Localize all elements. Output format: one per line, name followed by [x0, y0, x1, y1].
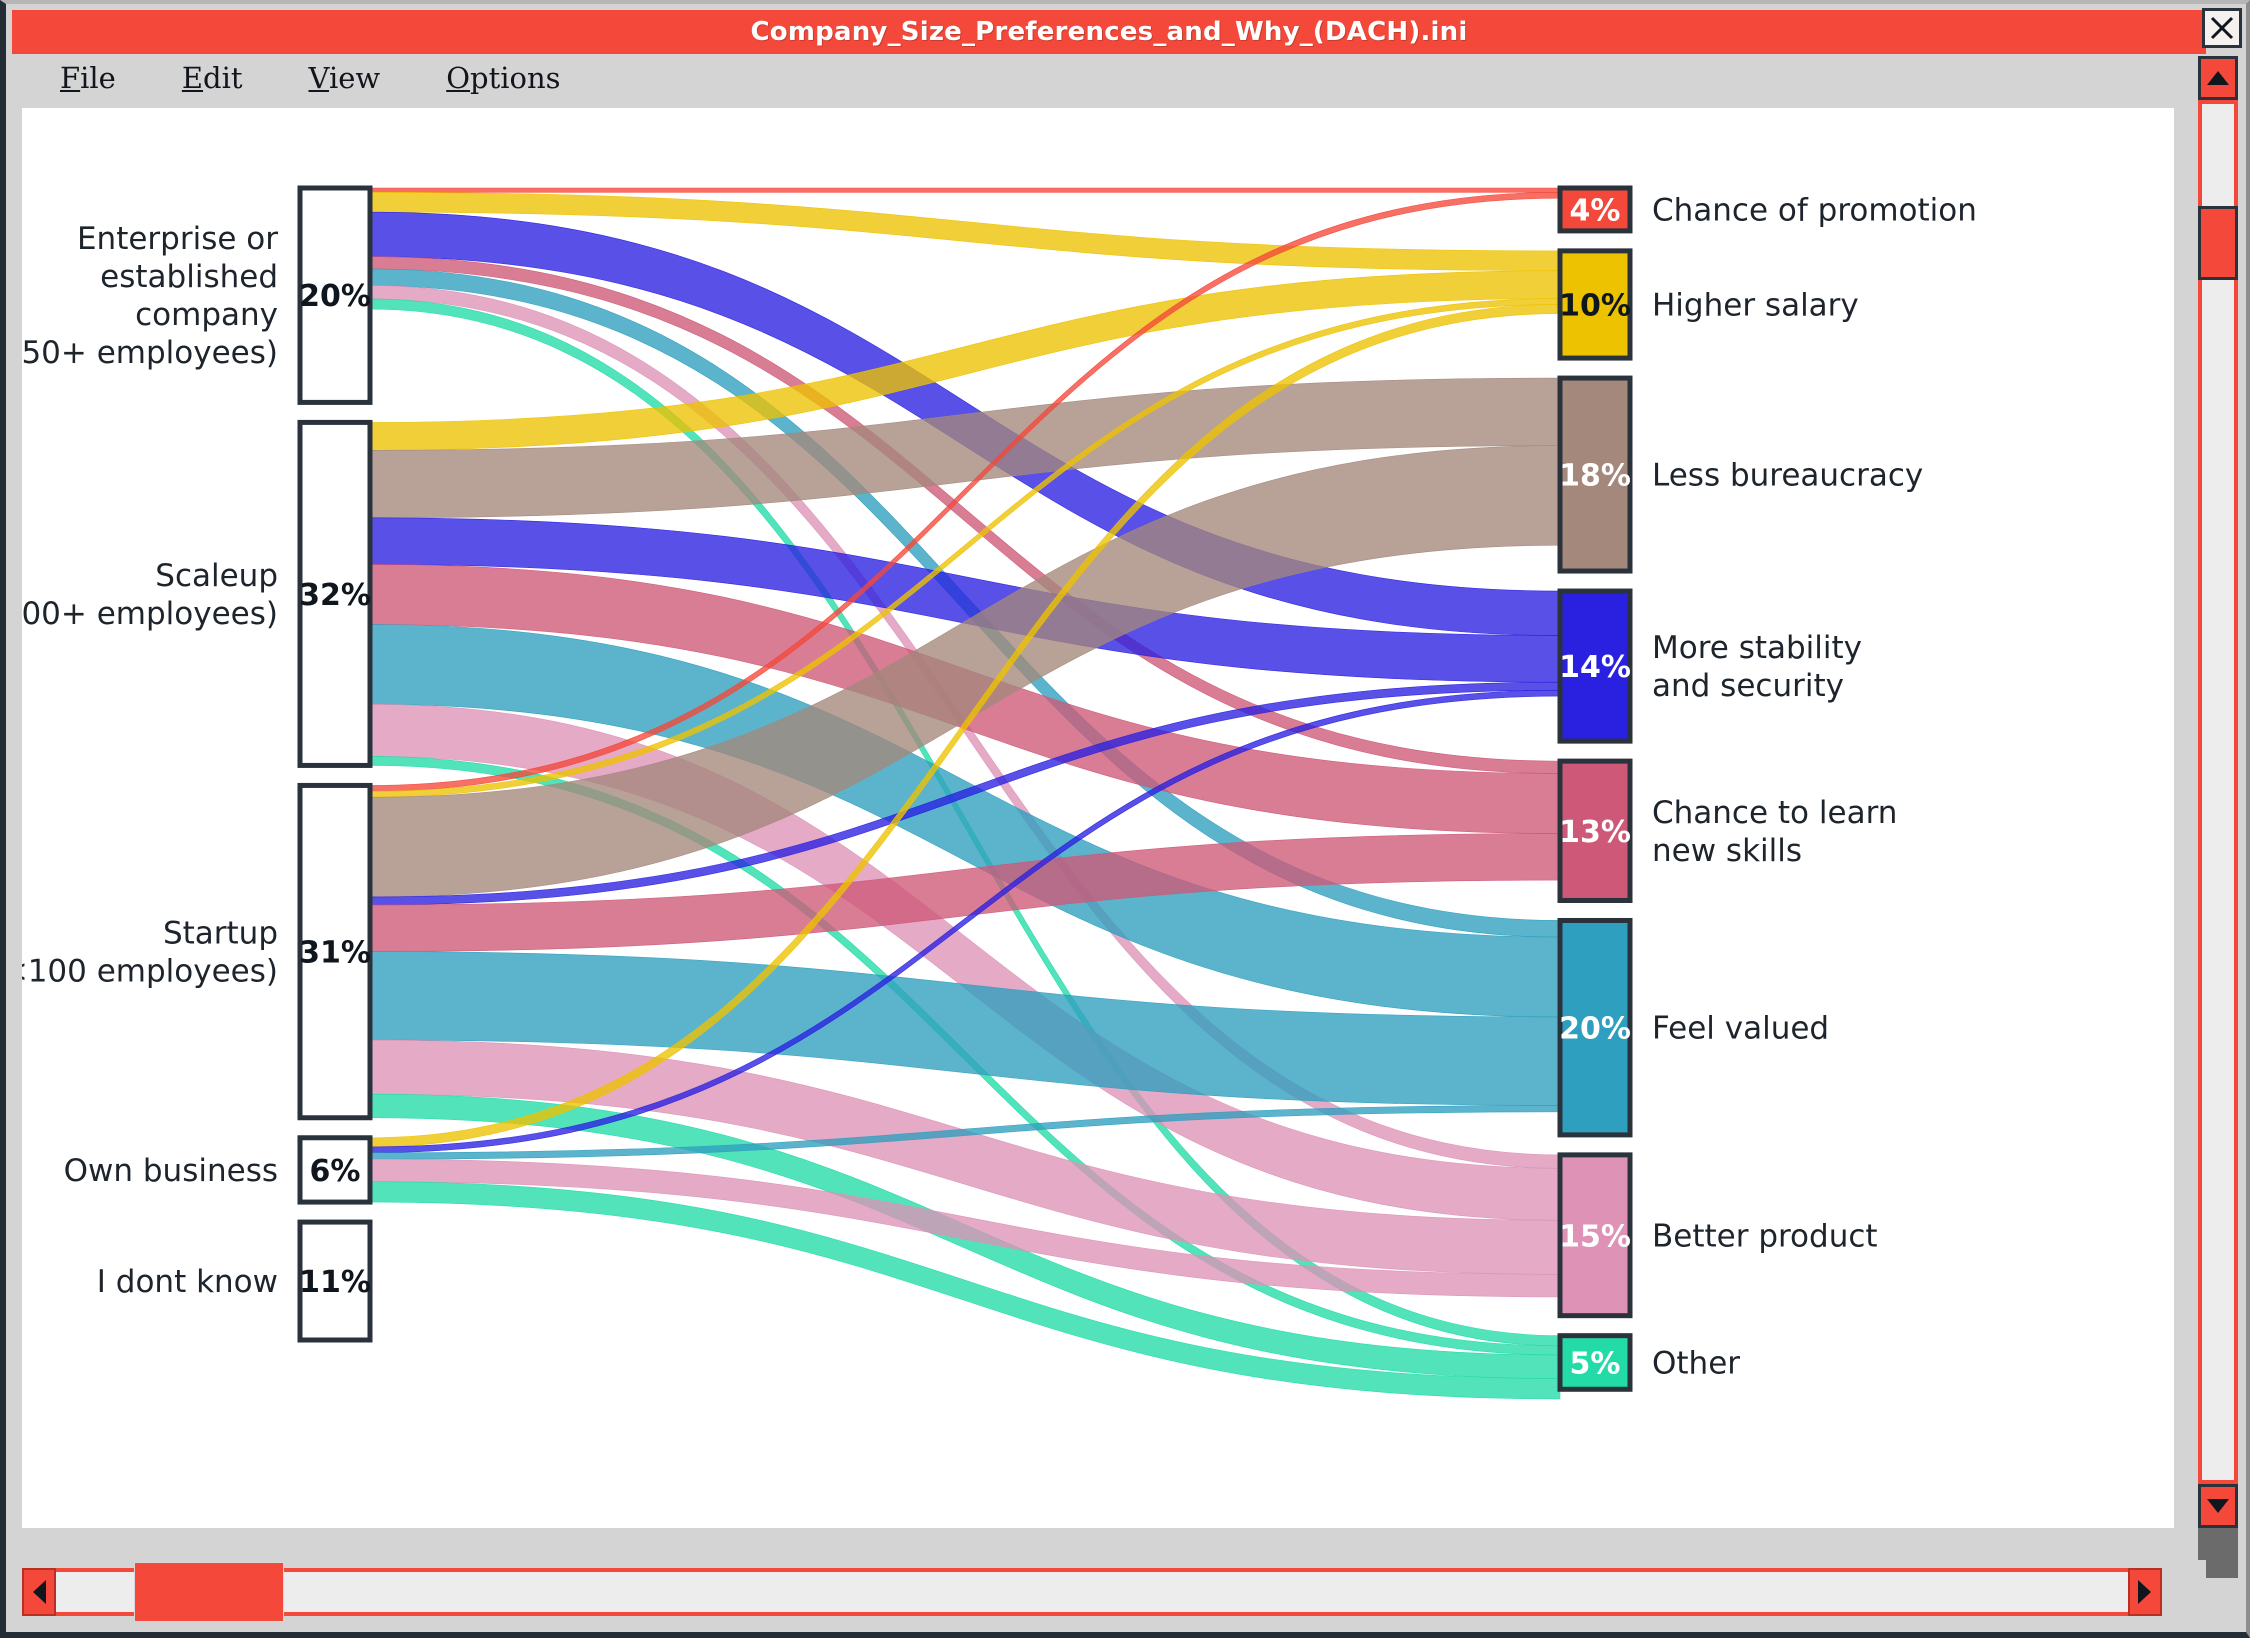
target-node-label: Chance to learn	[1652, 795, 1897, 831]
sankey-target-node[interactable]: 13% Chance to learnnew skills	[1557, 758, 1897, 903]
sankey-diagram: 20% Enterprise orestablishedcompany(250+ …	[22, 185, 1977, 1400]
source-node-value: 6%	[310, 1154, 361, 1189]
target-node-value: 13%	[1559, 815, 1631, 850]
vertical-scroll-track[interactable]	[2198, 100, 2238, 1484]
close-icon	[2210, 16, 2234, 40]
target-node-value: 20%	[1559, 1012, 1631, 1047]
target-node-label: and security	[1652, 668, 1844, 704]
menu-item-file[interactable]: File	[60, 61, 116, 95]
target-node-label: Higher salary	[1652, 287, 1859, 323]
triangle-right-icon	[2138, 1580, 2151, 1604]
sankey-target-node[interactable]: 5% Other	[1557, 1333, 1740, 1392]
source-node-label: company	[135, 297, 278, 333]
sankey-target-node[interactable]: 10% Higher salary	[1557, 248, 1859, 361]
source-node-value: 20%	[299, 279, 371, 314]
sankey-target-node[interactable]: 14% More stabilityand security	[1557, 588, 1862, 744]
sankey-target-node[interactable]: 4% Chance of promotion	[1557, 185, 1977, 234]
source-node-label: (250+ employees)	[22, 335, 278, 371]
target-node-label: Other	[1652, 1345, 1740, 1381]
menu-mnemonic: F	[60, 61, 81, 95]
target-node-label: Feel valued	[1652, 1011, 1829, 1047]
source-node-label: Enterprise or	[77, 221, 278, 257]
title-bar: Company_Size_Preferences_and_Why_(DACH).…	[12, 10, 2206, 54]
scroll-left-button[interactable]	[22, 1568, 56, 1616]
target-node-value: 4%	[1570, 193, 1621, 228]
sankey-link	[369, 187, 1561, 193]
menu-item-options[interactable]: Options	[446, 61, 560, 95]
sankey-source-node[interactable]: 11% I dont know	[97, 1219, 373, 1343]
target-node-label: Less bureaucracy	[1652, 458, 1923, 494]
menu-item-view[interactable]: View	[309, 61, 381, 95]
vertical-scroll-thumb[interactable]	[2198, 206, 2238, 280]
triangle-left-icon	[33, 1580, 46, 1604]
target-node-label: More stability	[1652, 630, 1862, 666]
target-node-value: 18%	[1559, 459, 1631, 494]
source-node-label: Startup	[163, 916, 278, 952]
source-node-label: established	[100, 259, 278, 295]
chart-canvas: 20% Enterprise orestablishedcompany(250+ …	[22, 108, 2174, 1528]
source-node-value: 31%	[299, 936, 371, 971]
horizontal-scroll-track[interactable]	[22, 1568, 2162, 1616]
triangle-up-icon	[2207, 71, 2229, 85]
horizontal-scrollbar[interactable]	[12, 1560, 2206, 1626]
scroll-up-button[interactable]	[2198, 56, 2238, 100]
target-node-label: Better product	[1652, 1218, 1878, 1254]
target-node-value: 14%	[1559, 650, 1631, 685]
menu-bar: File Edit View Options	[12, 54, 2206, 102]
menu-rest: dit	[203, 61, 243, 95]
menu-mnemonic: E	[181, 61, 204, 95]
sankey-target-node[interactable]: 18% Less bureaucracy	[1557, 375, 1923, 574]
menu-rest: iew	[328, 61, 381, 95]
target-node-value: 5%	[1570, 1346, 1621, 1381]
menu-rest: ile	[80, 61, 116, 95]
source-node-label: I dont know	[97, 1264, 278, 1300]
sankey-target-node[interactable]: 15% Better product	[1557, 1152, 1878, 1319]
source-node-label: Scaleup	[155, 558, 278, 594]
sankey-source-node[interactable]: 31% Startup(<100 employees)	[22, 782, 373, 1121]
application-window: Company_Size_Preferences_and_Why_(DACH).…	[0, 0, 2250, 1638]
target-node-value: 15%	[1559, 1219, 1631, 1254]
menu-rest: ptions	[470, 61, 561, 95]
menu-mnemonic: V	[308, 61, 329, 95]
menu-mnemonic: O	[446, 61, 470, 95]
sankey-source-node[interactable]: 32% Scaleup(100+ employees)	[22, 419, 373, 768]
scroll-right-button[interactable]	[2128, 1568, 2162, 1616]
source-node-value: 32%	[299, 578, 371, 613]
sankey-source-node[interactable]: 6% Own business	[64, 1135, 373, 1205]
sankey-target-node[interactable]: 20% Feel valued	[1557, 917, 1829, 1138]
source-node-label: (<100 employees)	[22, 954, 278, 990]
sankey-source-node[interactable]: 20% Enterprise orestablishedcompany(250+ …	[22, 185, 373, 405]
target-node-label: Chance of promotion	[1652, 192, 1977, 228]
close-button[interactable]	[2202, 8, 2242, 48]
target-node-label: new skills	[1652, 833, 1802, 869]
horizontal-scroll-thumb[interactable]	[134, 1562, 284, 1622]
scroll-down-button[interactable]	[2198, 1484, 2238, 1528]
target-node-value: 10%	[1559, 288, 1631, 323]
vertical-scrollbar[interactable]	[2196, 56, 2240, 1578]
menu-item-edit[interactable]: Edit	[182, 61, 243, 95]
source-node-label: (100+ employees)	[22, 596, 278, 632]
source-node-value: 11%	[299, 1265, 371, 1300]
triangle-down-icon	[2207, 1499, 2229, 1513]
source-node-label: Own business	[64, 1153, 278, 1189]
window-title: Company_Size_Preferences_and_Why_(DACH).…	[750, 17, 1468, 47]
